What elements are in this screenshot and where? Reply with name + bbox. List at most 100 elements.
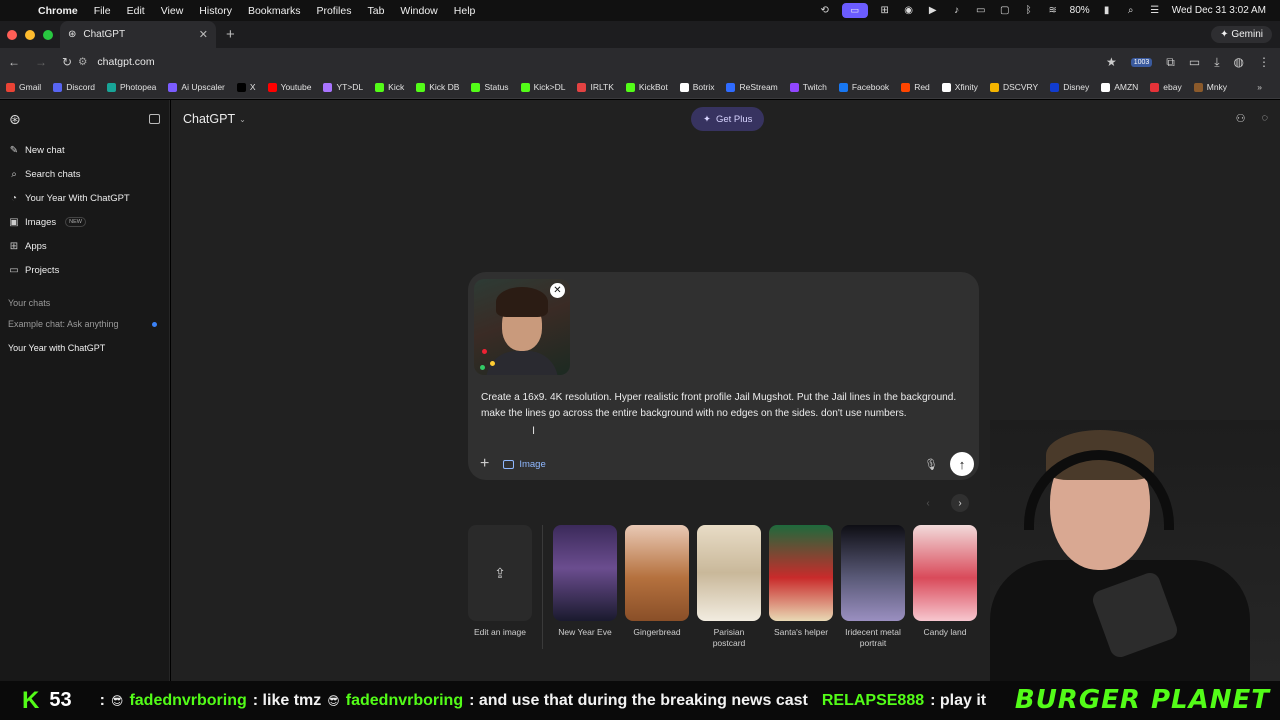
add-attachment-button[interactable]: + xyxy=(480,455,489,473)
bookmark-item[interactable]: Photopea xyxy=(107,82,156,92)
bookmark-item[interactable]: Facebook xyxy=(838,82,889,92)
menu-profiles[interactable]: Profiles xyxy=(308,5,359,17)
bookmark-item[interactable]: Twitch xyxy=(789,82,827,92)
video-status-icon[interactable]: ▭ xyxy=(841,3,868,18)
menu-dots-icon[interactable]: ⋮ xyxy=(1258,55,1270,69)
chevron-left-icon[interactable]: ‹ xyxy=(919,494,937,512)
bookmark-item[interactable]: Kick DB xyxy=(416,82,459,92)
bookmark-item[interactable]: Mnky xyxy=(1193,82,1227,92)
get-plus-button[interactable]: ✦ Get Plus xyxy=(691,107,765,131)
openai-logo-icon[interactable]: ⊛ xyxy=(9,111,21,128)
close-window-button[interactable] xyxy=(7,29,17,40)
grid-icon[interactable]: ⊞ xyxy=(878,5,892,17)
image-tool-chip[interactable]: Image xyxy=(503,459,546,470)
bookmark-item[interactable]: YT>DL xyxy=(323,82,363,92)
menu-window[interactable]: Window xyxy=(392,5,445,17)
bookmark-item[interactable]: Youtube xyxy=(267,82,311,92)
menu-help[interactable]: Help xyxy=(446,5,484,17)
bookmark-item[interactable]: Kick>DL xyxy=(520,82,565,92)
screen-share-icon[interactable]: ⟲ xyxy=(818,5,832,17)
bookmark-item[interactable]: Disney xyxy=(1050,82,1089,92)
prompt-input[interactable]: Create a 16x9. 4K resolution. Hyper real… xyxy=(481,390,971,422)
site-info-icon[interactable]: ⚙ xyxy=(78,56,87,68)
menu-edit[interactable]: Edit xyxy=(119,5,153,17)
monitor-icon[interactable]: ▢ xyxy=(998,5,1012,17)
gemini-button[interactable]: ✦ Gemini xyxy=(1211,26,1272,43)
cast-icon[interactable]: ▭ xyxy=(1189,55,1200,69)
menu-bookmarks[interactable]: Bookmarks xyxy=(240,5,309,17)
sidebar-item-projects[interactable]: ▭ Projects xyxy=(0,258,169,282)
sidebar-toggle-icon[interactable] xyxy=(149,114,160,124)
zoom-window-button[interactable] xyxy=(43,29,53,40)
style-card[interactable]: Gingerbread xyxy=(625,525,689,649)
bookmark-item[interactable]: Xfinity xyxy=(941,82,978,92)
clock[interactable]: Wed Dec 31 3:02 AM xyxy=(1172,5,1266,16)
tab-title: ChatGPT xyxy=(83,29,126,40)
style-card[interactable]: Iridecent metal portrait xyxy=(841,525,905,649)
menu-file[interactable]: File xyxy=(86,5,119,17)
extensions-icon[interactable]: ⧉ xyxy=(1166,55,1175,70)
style-card[interactable]: Parisian postcard xyxy=(697,525,761,649)
new-tab-button[interactable]: + xyxy=(226,26,235,43)
search-icon[interactable]: ⌕ xyxy=(1124,5,1138,17)
bookmark-item[interactable]: KickBot xyxy=(625,82,668,92)
url-text[interactable]: chatgpt.com xyxy=(97,56,154,68)
bookmark-item[interactable]: Botrix xyxy=(679,82,714,92)
chat-item-example[interactable]: Example chat: Ask anything xyxy=(0,312,169,336)
bookmark-item[interactable]: Red xyxy=(901,82,930,92)
reload-icon[interactable]: ↻ xyxy=(62,55,72,69)
style-card[interactable]: Santa's helper xyxy=(769,525,833,649)
volume-icon[interactable]: ♪ xyxy=(950,5,964,17)
control-center-icon[interactable]: ☰ xyxy=(1148,5,1162,17)
temporary-chat-icon[interactable]: ◌ xyxy=(1261,112,1268,125)
close-tab-icon[interactable]: ✕ xyxy=(199,28,208,41)
send-button[interactable]: ↑ xyxy=(950,452,974,476)
bookmark-item[interactable]: Status xyxy=(471,82,509,92)
bookmark-item[interactable]: Discord xyxy=(53,82,95,92)
bookmarks-overflow-icon[interactable]: » xyxy=(1257,82,1262,92)
bookmark-item[interactable]: Gmail xyxy=(6,82,41,92)
bookmark-label: Photopea xyxy=(120,82,157,92)
tab-chatgpt[interactable]: ⊛ ChatGPT ✕ xyxy=(60,21,216,48)
remove-image-button[interactable]: ✕ xyxy=(550,283,565,298)
sidebar-item-apps[interactable]: ⊞ Apps xyxy=(0,234,169,258)
minimize-window-button[interactable] xyxy=(25,29,35,40)
bookmark-item[interactable]: ebay xyxy=(1150,82,1182,92)
timer-icon[interactable]: ◉ xyxy=(902,5,916,17)
extension-badge[interactable]: 1003 xyxy=(1130,57,1153,67)
bookmark-item[interactable]: DSCVRY xyxy=(989,82,1038,92)
style-card[interactable]: Candy land xyxy=(913,525,977,649)
sidebar-item-year[interactable]: ◔ Your Year With ChatGPT xyxy=(0,186,169,210)
menu-app-name[interactable]: Chrome xyxy=(30,5,86,17)
back-icon[interactable]: ← xyxy=(8,55,20,69)
address-bar[interactable]: ⚙ chatgpt.com xyxy=(78,56,155,68)
bookmark-item[interactable]: IRLTK xyxy=(577,82,614,92)
bluetooth-icon[interactable]: ᛒ xyxy=(1022,5,1036,17)
play-icon[interactable]: ▶ xyxy=(926,5,940,17)
sidebar-item-new-chat[interactable]: ✎ New chat xyxy=(0,138,169,162)
sidebar-item-search-chats[interactable]: ⌕ Search chats xyxy=(0,162,169,186)
menu-view[interactable]: View xyxy=(153,5,192,17)
bookmark-item[interactable]: ReStream xyxy=(726,82,778,92)
add-person-icon[interactable]: ⚇ xyxy=(1236,112,1246,125)
wifi-icon[interactable]: ≋ xyxy=(1046,5,1060,17)
model-selector[interactable]: ChatGPT ⌄ xyxy=(183,112,246,126)
edit-image-card[interactable]: ⇪ Edit an image xyxy=(468,525,532,649)
bookmark-star-icon[interactable]: ★ xyxy=(1106,55,1117,69)
chevron-right-icon[interactable]: › xyxy=(951,494,969,512)
menu-tab[interactable]: Tab xyxy=(359,5,392,17)
bookmark-item[interactable]: X xyxy=(236,82,256,92)
style-card[interactable]: New Year Eve xyxy=(553,525,617,649)
chat-item-year[interactable]: Your Year with ChatGPT xyxy=(0,336,169,360)
sidebar-item-images[interactable]: ▣ Images NEW xyxy=(0,210,169,234)
display-icon[interactable]: ▭ xyxy=(974,5,988,17)
battery-icon[interactable]: ▮ xyxy=(1100,5,1114,17)
profile-avatar[interactable]: ◍ xyxy=(1234,55,1244,69)
menu-history[interactable]: History xyxy=(191,5,240,17)
microphone-icon[interactable]: 🎙 xyxy=(924,458,938,471)
bookmark-item[interactable]: Kick xyxy=(375,82,404,92)
bookmark-item[interactable]: AMZN xyxy=(1101,82,1138,92)
download-icon[interactable]: ⤓ xyxy=(1214,55,1219,70)
forward-icon[interactable]: → xyxy=(35,55,47,69)
bookmark-item[interactable]: Ai Upscaler xyxy=(168,82,225,92)
